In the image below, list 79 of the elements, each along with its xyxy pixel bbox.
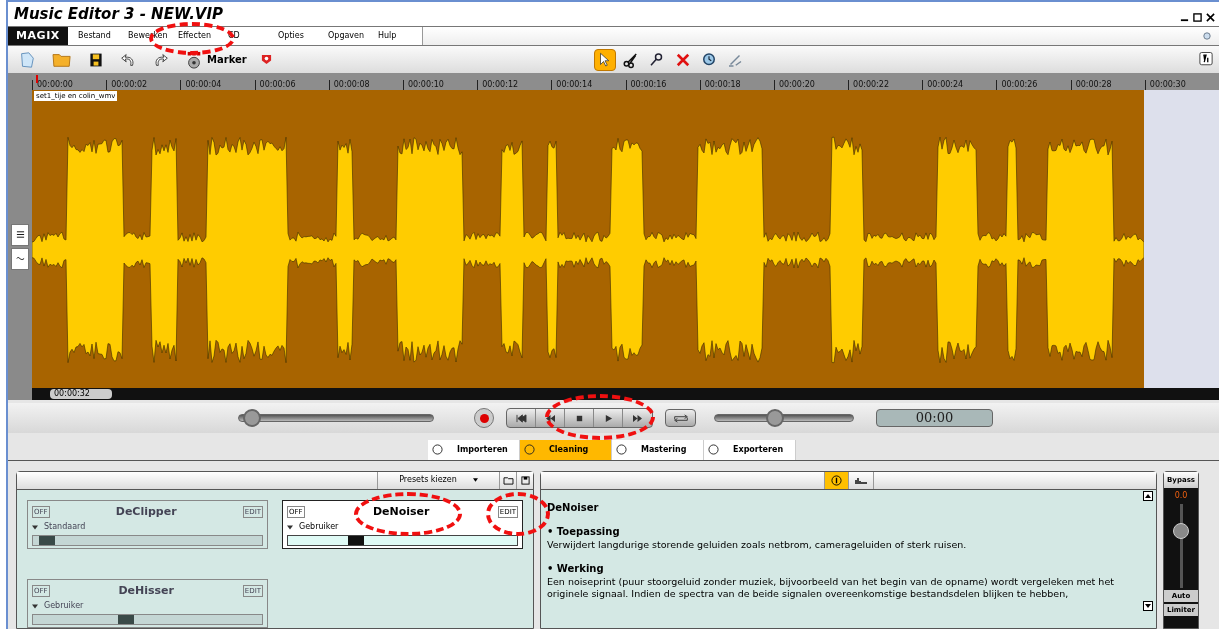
ruler-time: 00:00:30 [1144,79,1219,90]
logo: MAGIX [8,26,68,46]
shield-icon[interactable] [260,54,272,66]
section-text: Verwijdert langdurige storende geluiden zoals netbrom, camerageluiden of sterk ruisen. [547,539,968,552]
module-slider-thumb[interactable] [39,536,56,546]
gain-value: 0.0 [1174,490,1188,502]
menu-item[interactable]: Opgaven [318,29,368,42]
ruler-time: 00:00:24 [922,79,997,90]
ruler-time: 00:00:16 [625,79,700,90]
window-title: Music Editor 3 - NEW.VIP [14,3,224,25]
ruler-time: 00:00:28 [1070,79,1145,90]
tab-icon [616,444,627,456]
bars-icon [854,476,867,485]
ruler-time: 00:00:00 [32,79,107,90]
ruler-time: 00:00:04 [180,79,255,90]
preset-dropdown[interactable]: Standaard [32,521,263,534]
section-heading: • Werking [547,563,605,576]
info-icon [830,475,842,486]
caret-icon [472,478,478,483]
ruler-time: 00:00:02 [106,79,181,90]
slider-thumb[interactable] [766,409,785,428]
tab-icon [708,444,719,456]
menu-icon [15,230,25,240]
skip-start-icon [515,413,527,423]
preset-dropdown[interactable]: Gebruiker [287,521,518,534]
menu-item[interactable]: Effecten [168,29,218,42]
caret-icon [287,525,293,530]
rewind-icon [544,413,556,423]
loop-icon [671,413,690,423]
menu-item[interactable]: Opties [268,29,318,42]
module-title: DeNoiser [372,504,430,520]
record-icon [479,413,489,423]
section-heading: • Toepassing [547,526,621,539]
ruler-time: 00:00:12 [477,79,552,90]
disc-icon[interactable] [185,50,203,69]
section-text: Een noiseprint (puur stoorgeluid zonder muziek, bijvoorbeeld van het begin van de opname) wordt vergeleken met het originele signaal. Indien de spectra van de beide signalen overeenkomstige bestandsdelen blijken te hebben, [547,576,1115,601]
ruler-time: 00:00:14 [551,79,626,90]
tab[interactable]: Cleaning [520,440,612,460]
menu-item[interactable]: Hulp [368,29,418,42]
ruler-time: 00:00:20 [773,79,849,90]
menu-item[interactable]: Bestand [68,29,118,42]
floppy-icon [520,476,530,485]
caret-icon [32,604,38,609]
fast-forward-icon [632,413,643,423]
tab-icon [432,444,443,456]
ruler-time: 00:00:18 [699,79,774,90]
maximize-icon[interactable] [1193,13,1202,23]
menu-item[interactable]: CD [218,29,268,42]
scroll-up-icon[interactable] [1143,491,1153,501]
module-title: DeClipper [115,504,177,520]
loop-button[interactable] [665,409,696,428]
search-icon[interactable] [1203,31,1211,40]
module-slider-thumb[interactable] [347,536,364,546]
new-file-icon[interactable] [18,50,36,69]
ruler-time: 00:00:06 [254,79,329,90]
open-preset-button[interactable] [499,472,516,489]
ruler-time: 00:00:08 [328,79,403,90]
save-preset-button[interactable] [516,472,533,489]
tab-icon [524,444,535,456]
module-title: DeHisser [118,583,174,599]
fader-knob[interactable] [1172,523,1189,539]
folder-icon [502,476,514,485]
scroll-position[interactable]: 00:00:32 [50,389,112,400]
module-slider-thumb[interactable] [118,615,135,625]
slider-thumb[interactable] [242,409,261,428]
caret-icon [32,525,38,530]
scroll-down-icon[interactable] [1143,601,1153,611]
tool-button[interactable] [593,48,616,71]
record-button[interactable] [474,408,494,429]
ruler-time: 00:00:26 [996,79,1071,90]
wave-view-button[interactable] [11,247,29,270]
marker-label[interactable]: Marker [207,52,247,68]
info-tab[interactable] [823,472,849,489]
time-display: 00:00 [876,409,993,428]
ruler-time: 00:00:10 [402,79,478,90]
close-icon[interactable] [1206,13,1215,23]
preset-dropdown[interactable]: Gebruiker [32,600,263,613]
info-title: DeNoiser [547,502,600,515]
ruler-time: 00:00:22 [848,79,923,90]
